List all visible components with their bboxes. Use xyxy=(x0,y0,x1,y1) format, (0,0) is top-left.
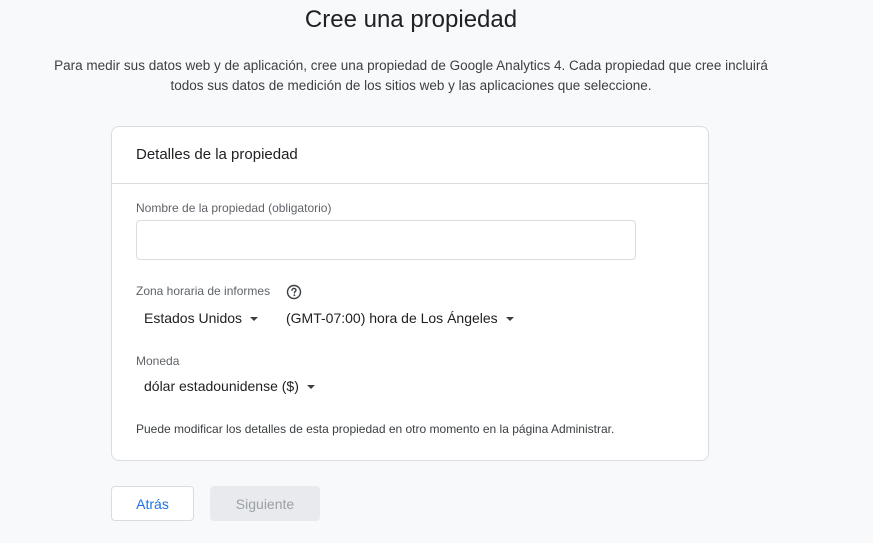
page-title: Cree una propiedad xyxy=(304,6,518,33)
timezone-select[interactable]: (GMT-07:00) hora de Los Ángeles xyxy=(286,310,514,326)
chevron-down-icon xyxy=(250,317,259,321)
currency-label: Moneda xyxy=(136,354,180,368)
currency-select[interactable]: dólar estadounidense ($) xyxy=(144,378,315,394)
country-select-value: Estados Unidos xyxy=(144,310,243,326)
create-property-page: Cree una propiedad Para medir sus datos … xyxy=(0,0,873,543)
intro-line-2: todos sus datos de medición de los sitio… xyxy=(170,78,652,93)
property-name-input[interactable] xyxy=(136,220,636,260)
timezone-label: Zona horaria de informes xyxy=(136,284,271,298)
timezone-select-value: (GMT-07:00) hora de Los Ángeles xyxy=(286,310,498,326)
chevron-down-icon xyxy=(306,385,315,389)
intro-line-1: Para medir sus datos web y de aplicación… xyxy=(54,58,768,73)
property-name-label: Nombre de la propiedad (obligatorio) xyxy=(136,201,332,215)
currency-select-value: dólar estadounidense ($) xyxy=(144,378,299,394)
next-button[interactable]: Siguiente xyxy=(210,486,320,521)
chevron-down-icon xyxy=(505,317,514,321)
page-intro: Para medir sus datos web y de aplicación… xyxy=(0,56,822,96)
edit-later-note: Puede modificar los detalles de esta pro… xyxy=(136,422,615,436)
country-select[interactable]: Estados Unidos xyxy=(144,310,259,326)
back-button[interactable]: Atrás xyxy=(111,486,194,521)
card-title: Detalles de la propiedad xyxy=(112,127,708,184)
help-circle-icon[interactable] xyxy=(286,284,302,300)
property-details-card: Detalles de la propiedad Nombre de la pr… xyxy=(111,126,709,461)
